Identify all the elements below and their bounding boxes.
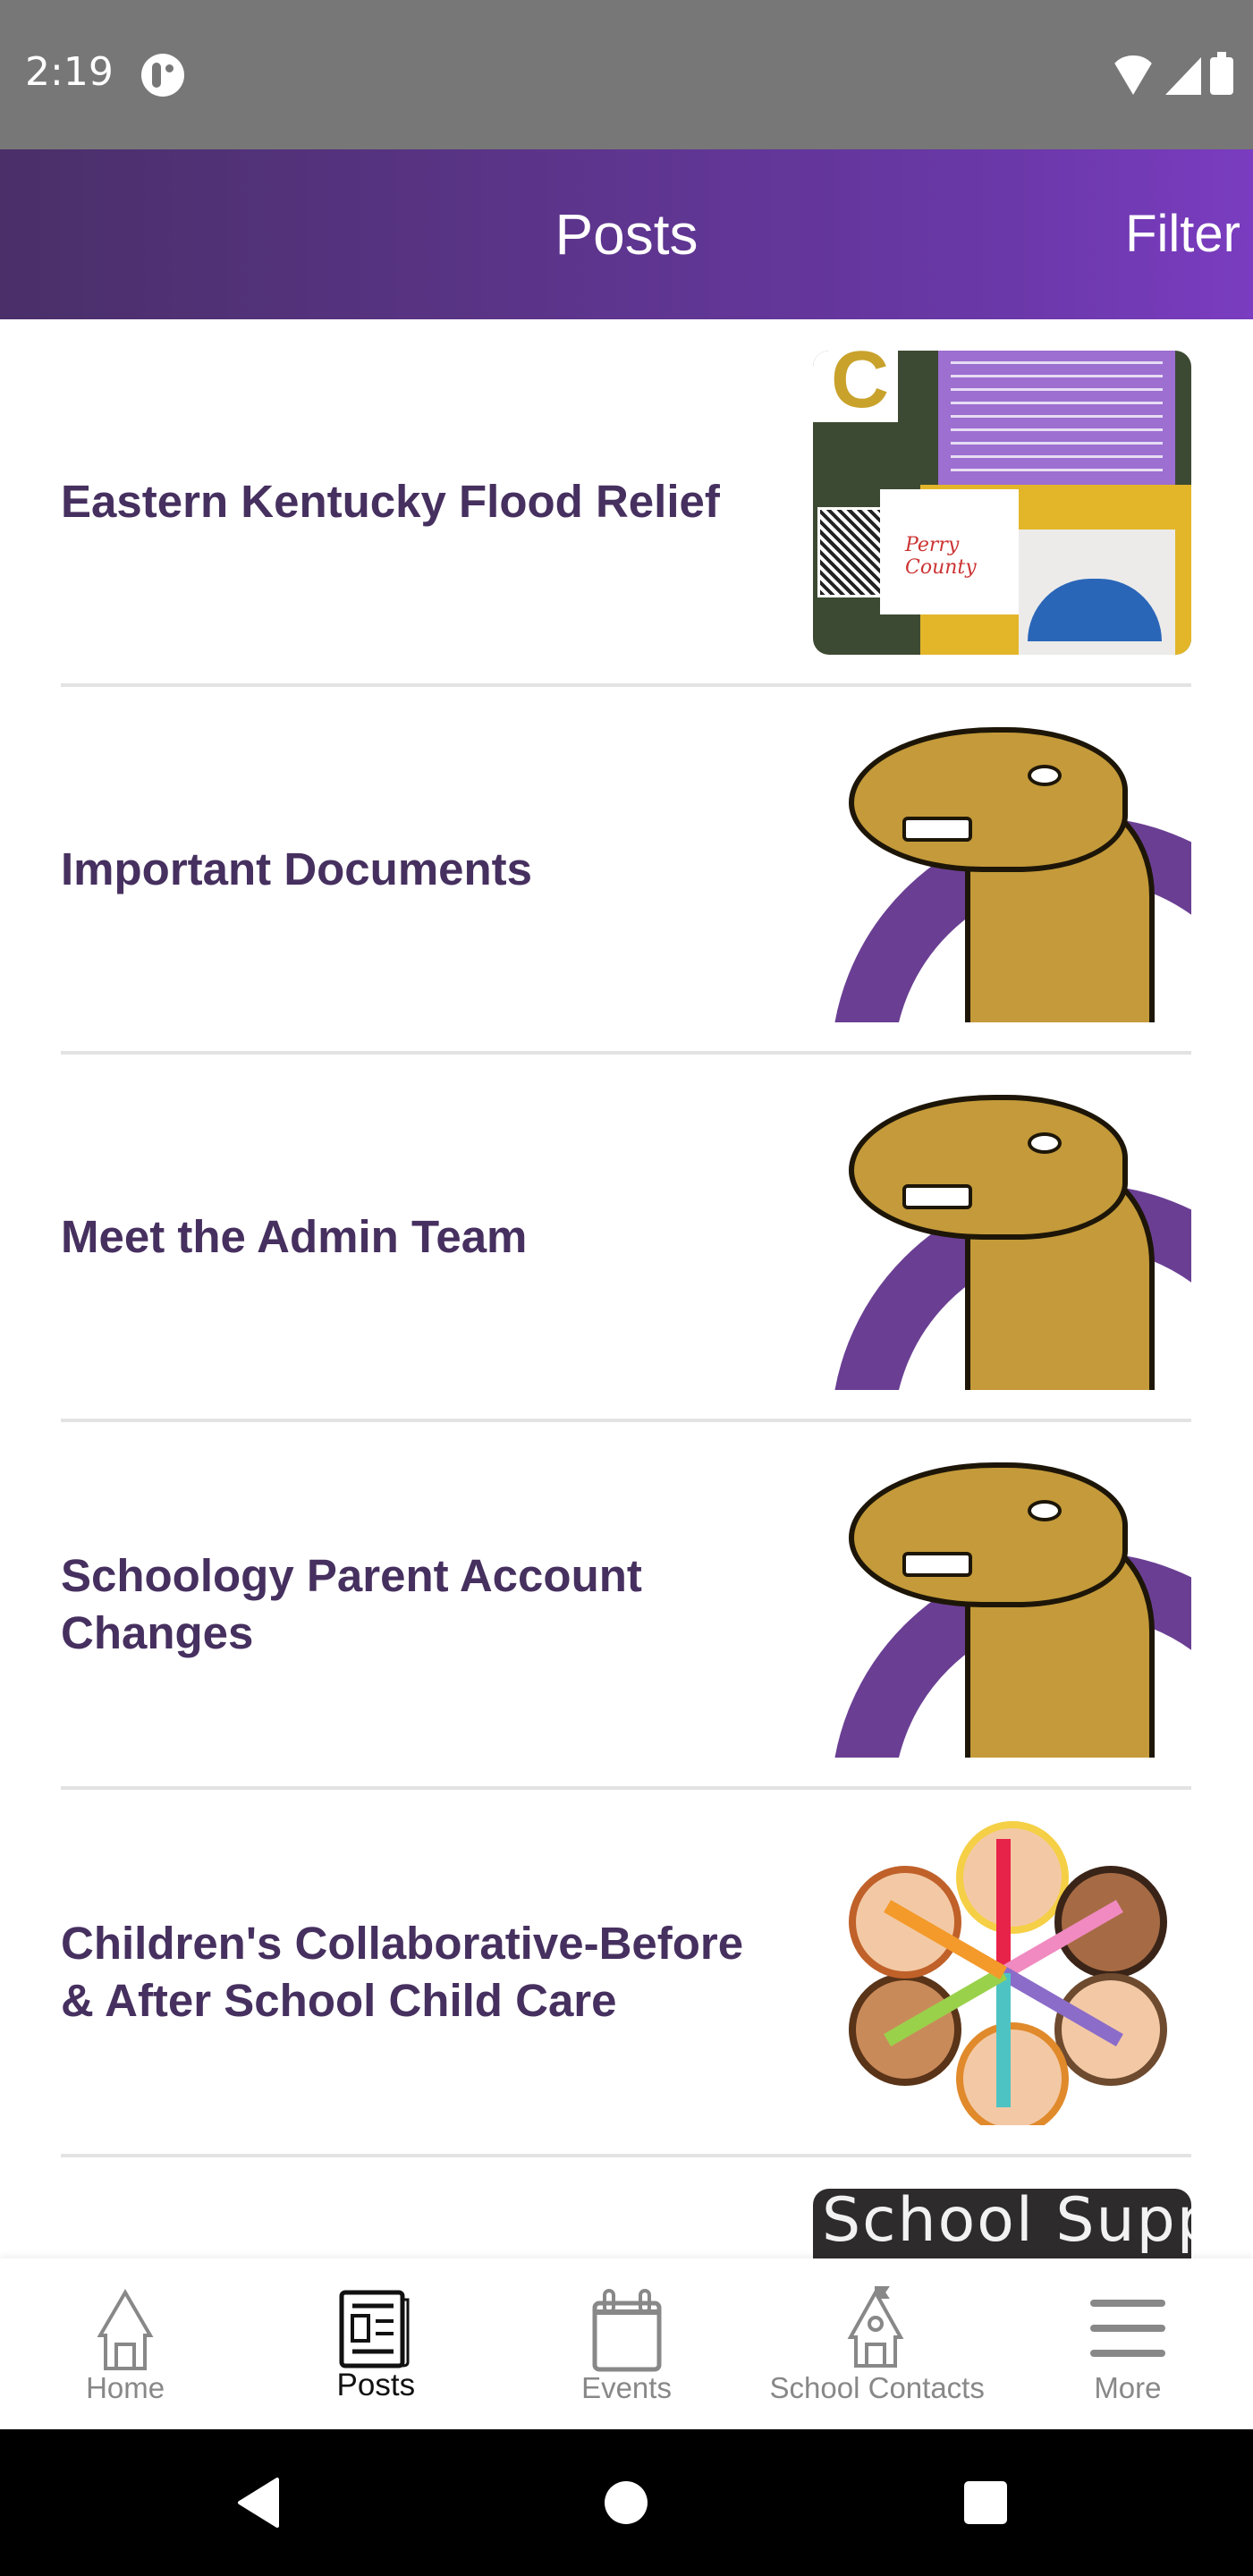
nav-item-home[interactable]: Home bbox=[0, 2258, 250, 2429]
filter-button[interactable]: Filter bbox=[1125, 149, 1240, 319]
post-title bbox=[61, 2157, 758, 2258]
nav-item-more[interactable]: More bbox=[1003, 2258, 1253, 2429]
post-title: Schoology Parent Account Changes bbox=[61, 1549, 642, 1658]
post-item[interactable]: School Suppli bbox=[61, 2157, 1191, 2258]
camel-head bbox=[849, 1462, 1128, 1607]
status-icons bbox=[1110, 52, 1233, 95]
post-list[interactable]: Eastern Kentucky Flood Relief Important … bbox=[0, 319, 1253, 2258]
post-title: Meet the Admin Team bbox=[61, 1210, 528, 1262]
school-icon bbox=[847, 2286, 904, 2368]
calendar-icon bbox=[592, 2289, 661, 2372]
post-title: Eastern Kentucky Flood Relief bbox=[61, 475, 720, 527]
camel-teeth bbox=[902, 1184, 972, 1209]
qr-code bbox=[817, 507, 884, 597]
post-thumbnail-flood-relief bbox=[813, 351, 1191, 655]
system-nav-bar bbox=[0, 2429, 1253, 2576]
letcher-county-logo bbox=[1019, 530, 1175, 655]
bottom-nav: Home Posts Events School Contacts More bbox=[0, 2258, 1253, 2429]
app-notification-icon bbox=[141, 54, 184, 97]
nav-label: Posts bbox=[336, 2368, 416, 2402]
nav-item-posts[interactable]: Posts bbox=[250, 2258, 501, 2429]
camel-teeth bbox=[902, 1552, 972, 1577]
cellular-signal-icon bbox=[1165, 57, 1201, 95]
child-face bbox=[1054, 1866, 1167, 1979]
child-face bbox=[956, 1821, 1069, 1934]
post-item[interactable]: Eastern Kentucky Flood Relief bbox=[61, 319, 1191, 687]
back-icon[interactable] bbox=[234, 2476, 288, 2529]
wifi-icon bbox=[1110, 55, 1156, 95]
nav-label: More bbox=[1094, 2371, 1162, 2404]
school-logo bbox=[813, 351, 898, 427]
post-thumbnail-camel-mascot bbox=[813, 718, 1191, 1022]
recents-icon[interactable] bbox=[962, 2479, 1009, 2526]
camel-eye bbox=[1028, 1132, 1062, 1154]
post-thumbnail-children bbox=[813, 1821, 1191, 2125]
post-item[interactable]: Children's Collaborative-Before & After … bbox=[61, 1790, 1191, 2157]
home-circle-icon[interactable] bbox=[603, 2479, 649, 2526]
post-thumbnail-school-supplies: School Suppli bbox=[813, 2189, 1191, 2258]
camel-head bbox=[849, 1095, 1128, 1240]
post-title: Children's Collaborative-Before & After … bbox=[61, 1917, 744, 2026]
nav-label: School Contacts bbox=[769, 2371, 985, 2404]
battery-icon bbox=[1210, 52, 1233, 95]
camel-head bbox=[849, 727, 1128, 872]
child-face bbox=[956, 2022, 1069, 2125]
app-header: Posts Filter bbox=[0, 149, 1253, 319]
nav-label: Home bbox=[86, 2371, 165, 2404]
home-icon bbox=[97, 2289, 154, 2370]
menu-icon bbox=[1089, 2300, 1165, 2357]
camel-teeth bbox=[902, 817, 972, 842]
child-arm bbox=[996, 1973, 1011, 2107]
nav-item-events[interactable]: Events bbox=[501, 2258, 751, 2429]
page-title: Posts bbox=[555, 202, 698, 267]
nav-label: Events bbox=[581, 2371, 672, 2404]
camel-eye bbox=[1028, 1500, 1062, 1521]
flyer-text-box bbox=[938, 351, 1175, 485]
status-bar: 2:19 bbox=[0, 0, 1253, 149]
camel-eye bbox=[1028, 765, 1062, 786]
child-arm bbox=[996, 1839, 1011, 1973]
post-thumbnail-camel-mascot bbox=[813, 1453, 1191, 1758]
chalkboard-text: School Suppli bbox=[822, 2189, 1191, 2256]
post-item[interactable]: Meet the Admin Team bbox=[61, 1055, 1191, 1422]
post-title: Important Documents bbox=[61, 843, 533, 894]
post-item[interactable]: Schoology Parent Account Changes bbox=[61, 1422, 1191, 1790]
post-thumbnail-camel-mascot bbox=[813, 1086, 1191, 1390]
post-item[interactable]: Important Documents bbox=[61, 687, 1191, 1055]
nav-item-school-contacts[interactable]: School Contacts bbox=[752, 2258, 1003, 2429]
status-time: 2:19 bbox=[25, 49, 114, 95]
newspaper-icon bbox=[339, 2290, 410, 2368]
perry-county-logo bbox=[880, 489, 1019, 614]
